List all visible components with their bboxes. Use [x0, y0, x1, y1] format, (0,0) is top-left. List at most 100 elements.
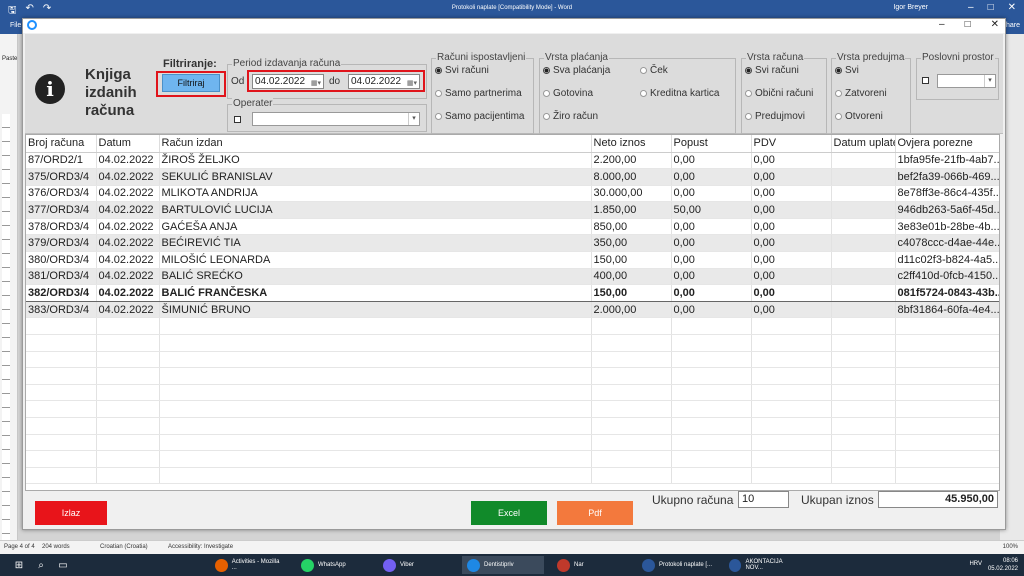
radio-svi-racuni-vrsta[interactable]: Svi računi [745, 65, 799, 76]
table-row[interactable]: 375/ORD3/4 04.02.2022 SEKULIĆ BRANISLAV 8.0… [26, 168, 999, 186]
empty-cell [159, 351, 592, 369]
operator-checkbox[interactable] [234, 116, 241, 123]
table-row[interactable]: 379/ORD3/4 04.02.2022 BEĆIREVIĆ TIA 350,00 0… [26, 234, 999, 253]
table-row[interactable]: 380/ORD3/4 04.02.2022 MILOŠIĆ LEONARDA 150,… [26, 251, 999, 269]
column-header[interactable]: Popust [671, 135, 752, 153]
radio-otvoreni[interactable]: Otvoreni [835, 111, 883, 122]
maximize-icon[interactable]: □ [965, 19, 971, 30]
empty-row [26, 334, 999, 352]
pdf-button[interactable]: Pdf [557, 501, 633, 525]
close-icon[interactable]: ✕ [991, 19, 999, 30]
exit-button[interactable]: Izlaz [35, 501, 107, 525]
minimize-icon[interactable]: – [939, 19, 945, 30]
maximize-icon[interactable]: □ [988, 2, 994, 13]
count-field[interactable]: 10 [738, 491, 789, 508]
table-cell: 0,00 [671, 268, 752, 286]
table-cell: 376/ORD3/4 [26, 185, 97, 203]
status-accessibility[interactable]: Accessibility: Investigate [168, 544, 233, 550]
empty-cell [831, 317, 896, 336]
empty-row [26, 351, 999, 369]
close-icon[interactable]: ✕ [1008, 2, 1016, 13]
total-field[interactable]: 45.950,00 [878, 491, 998, 508]
radio-samo-pacijentima[interactable]: Samo pacijentima [435, 111, 524, 122]
column-header[interactable]: Datum uplate [831, 135, 896, 153]
date-from-input[interactable]: 04.02.2022 ▦▾ [252, 74, 324, 89]
taskbar-app[interactable]: Dentistipriv [462, 556, 544, 574]
column-header[interactable]: Račun izdan [159, 135, 592, 153]
table-row[interactable]: 377/ORD3/4 04.02.2022 BARTULOVIĆ LUCIJA 1.8… [26, 201, 999, 219]
file-tab[interactable]: File [10, 22, 21, 29]
column-header[interactable]: Broj računa [26, 135, 97, 153]
empty-cell [159, 434, 592, 452]
paste-button[interactable]: Paste [2, 56, 17, 62]
radio-dot [745, 67, 752, 74]
taskbar-app[interactable]: Protokoli naplate [... [637, 556, 719, 574]
chevron-down-icon[interactable]: ▾ [408, 113, 419, 125]
table-cell: 04.02.2022 [96, 185, 160, 203]
chevron-down-icon[interactable]: ▾ [984, 75, 995, 87]
column-header[interactable]: Datum [96, 135, 160, 153]
excel-button[interactable]: Excel [471, 501, 547, 525]
taskbar-app[interactable]: AKONTACIJA NOV... [724, 556, 804, 574]
table-row[interactable]: 376/ORD3/4 04.02.2022 MLIKOTA ANDRIJA 30.00… [26, 185, 999, 203]
radio-sva-placanja[interactable]: Sva plaćanja [543, 65, 610, 76]
empty-cell [159, 450, 592, 468]
poslovni-prostor-select[interactable]: ▾ [937, 74, 996, 88]
radio-cek[interactable]: Ček [640, 65, 668, 76]
calendar-icon[interactable]: ▦▾ [311, 77, 321, 90]
taskbar-app[interactable]: Viber [378, 556, 448, 574]
table-cell [831, 168, 896, 186]
status-zoom[interactable]: 100% [1003, 544, 1018, 550]
radio-predujam-svi[interactable]: Svi [835, 65, 859, 76]
taskbar-app-label: Nar [574, 562, 584, 568]
radio-gotovina[interactable]: Gotovina [543, 88, 593, 99]
empty-cell [831, 400, 896, 418]
radio-obicni-racuni[interactable]: Obični računi [745, 88, 813, 99]
table-row[interactable]: 382/ORD3/4 04.02.2022 BALIĆ FRANČESKA 150,0… [26, 284, 999, 302]
empty-cell [831, 434, 896, 452]
task-view-icon[interactable]: ▭ [56, 558, 70, 572]
filter-button[interactable]: Filtriraj [162, 74, 220, 92]
table-row[interactable]: 87/ORD2/1 04.02.2022 ŽIROŠ ŽELJKO 2.200,00 0… [26, 152, 999, 170]
status-language[interactable]: Croatian (Croatia) [100, 544, 148, 550]
table-row[interactable]: 381/ORD3/4 04.02.2022 BALIĆ SREĆKO 400,00 0,… [26, 268, 999, 286]
app-icon [642, 558, 655, 572]
input-language[interactable]: HRV [969, 561, 982, 567]
column-header[interactable]: Ovjera porezne [895, 135, 999, 153]
table-cell: 381/ORD3/4 [26, 268, 97, 286]
radio-samo-partnerima[interactable]: Samo partnerima [435, 88, 522, 99]
calendar-icon[interactable]: ▦▾ [407, 77, 417, 90]
app-icon [557, 558, 570, 572]
table-row[interactable]: 383/ORD3/4 04.02.2022 ŠIMUNIĆ BRUNO 2.000,0… [26, 301, 999, 319]
status-page[interactable]: Page 4 of 4 [4, 544, 35, 550]
table-row[interactable]: 378/ORD3/4 04.02.2022 GAĆEŠA ANJA 850,00 0,0… [26, 218, 999, 236]
taskbar-app[interactable]: Nar [552, 556, 632, 574]
column-header[interactable]: PDV [751, 135, 832, 153]
taskbar-app[interactable]: WhatsApp [296, 556, 366, 574]
empty-cell [751, 351, 832, 369]
minimize-icon[interactable]: – [968, 2, 974, 13]
radio-ziro-racun[interactable]: Žiro račun [543, 111, 598, 122]
date-to-input[interactable]: 04.02.2022 ▦▾ [348, 74, 420, 89]
empty-cell [671, 400, 752, 418]
radio-zatvoreni[interactable]: Zatvoreni [835, 88, 887, 99]
poslovni-prostor-checkbox[interactable] [922, 77, 929, 84]
column-header[interactable]: Neto iznos [591, 135, 672, 153]
radio-kreditna-kartica[interactable]: Kreditna kartica [640, 88, 719, 99]
status-words[interactable]: 204 words [42, 544, 70, 550]
radio-predujmovi[interactable]: Predujmovi [745, 111, 805, 122]
radio-label: Svi računi [755, 65, 799, 76]
clock[interactable]: 08:06 05.02.2022 [988, 557, 1018, 573]
dialog-footer: Izlaz Excel Pdf Ukupno računa 10 Ukupan … [25, 491, 1003, 529]
table-cell: 8.000,00 [591, 168, 672, 186]
empty-cell [751, 367, 832, 385]
empty-cell [26, 384, 97, 402]
operator-select[interactable]: ▾ [252, 112, 420, 126]
table-cell: 0,00 [671, 152, 752, 170]
windows-start-icon[interactable]: ⊞ [12, 558, 26, 572]
radio-svi-racuni[interactable]: Svi računi [435, 65, 489, 76]
user-name[interactable]: Igor Breyer [893, 4, 928, 11]
taskbar-app[interactable]: Activities - Mozilla ... [210, 556, 290, 574]
search-icon[interactable]: ⌕ [34, 558, 48, 572]
empty-cell [895, 417, 999, 435]
